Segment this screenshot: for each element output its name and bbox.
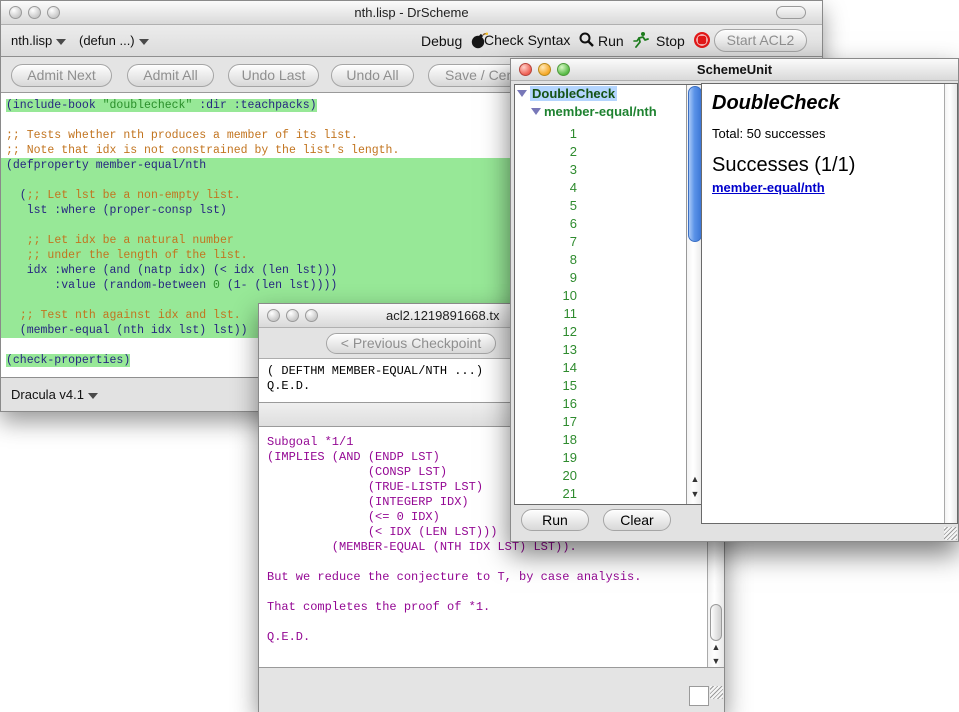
- toolbar-toggle-button[interactable]: [776, 6, 806, 19]
- resize-grip-icon[interactable]: [710, 686, 723, 699]
- window-title: SchemeUnit: [511, 62, 958, 77]
- disclosure-triangle-icon[interactable]: [531, 108, 541, 115]
- schemeunit-titlebar[interactable]: SchemeUnit: [511, 59, 958, 81]
- test-detail-panel: DoubleCheck Total: 50 successes Successe…: [701, 83, 958, 524]
- detail-total: Total: 50 successes: [712, 126, 825, 141]
- acl2-bottom-bar: [259, 668, 724, 712]
- stop-label: Stop: [656, 33, 685, 49]
- start-acl2-button[interactable]: Start ACL2: [714, 29, 807, 52]
- drscheme-toolbar: nth.lisp (defun ...) Debug Check Syntax …: [1, 25, 822, 57]
- window-controls: [267, 309, 318, 322]
- tree-case-11[interactable]: 11: [515, 305, 577, 323]
- resize-grip-icon[interactable]: [944, 527, 957, 540]
- run-tests-button[interactable]: Run: [521, 509, 589, 531]
- zoom-button[interactable]: [305, 309, 318, 322]
- undo-all-button[interactable]: Undo All: [331, 64, 414, 87]
- run-label: Run: [598, 33, 624, 49]
- stop-button[interactable]: Stop: [656, 31, 711, 52]
- admit-next-button[interactable]: Admit Next: [11, 64, 112, 87]
- text-line: [267, 585, 641, 600]
- vertical-scrollbar[interactable]: [944, 84, 957, 523]
- scrollbar-thumb[interactable]: [688, 86, 702, 242]
- tree-node-member-equal-nth[interactable]: member-equal/nth: [515, 103, 703, 121]
- window-title: nth.lisp - DrScheme: [1, 5, 822, 20]
- test-case-list: 123456789101112131415161718192021: [515, 125, 703, 503]
- scroll-down-icon[interactable]: ▼: [708, 655, 724, 668]
- lock-checkbox[interactable]: [689, 686, 709, 706]
- undo-last-button[interactable]: Undo Last: [228, 64, 319, 87]
- tree-case-20[interactable]: 20: [515, 467, 577, 485]
- chevron-down-icon: [56, 39, 66, 45]
- tree-case-16[interactable]: 16: [515, 395, 577, 413]
- chevron-down-icon: [88, 393, 98, 399]
- runner-icon: [632, 36, 650, 52]
- debug-label: Debug: [421, 33, 462, 49]
- tree-case-2[interactable]: 2: [515, 143, 577, 161]
- previous-checkpoint-button[interactable]: < Previous Checkpoint: [326, 333, 496, 354]
- test-tree-panel[interactable]: DoubleCheck member-equal/nth 12345678910…: [514, 84, 704, 505]
- text-line: Q.E.D.: [267, 630, 641, 645]
- scrollbar-thumb[interactable]: [710, 604, 722, 641]
- successes-heading: Successes (1/1): [712, 154, 855, 177]
- desktop: nth.lisp - DrScheme nth.lisp (defun ...)…: [0, 0, 959, 712]
- tree-node-doublecheck[interactable]: DoubleCheck: [515, 85, 703, 103]
- schemeunit-window: SchemeUnit DoubleCheck member-equal/nth …: [510, 58, 959, 542]
- minimize-button[interactable]: [286, 309, 299, 322]
- tree-case-19[interactable]: 19: [515, 449, 577, 467]
- tree-case-14[interactable]: 14: [515, 359, 577, 377]
- text-line: [267, 555, 641, 570]
- text-line: (MEMBER-EQUAL (NTH IDX LST) LST)).: [267, 540, 641, 555]
- tree-case-12[interactable]: 12: [515, 323, 577, 341]
- debug-button[interactable]: Debug: [421, 31, 488, 52]
- window-title: acl2.1219891668.tx: [386, 308, 499, 323]
- tree-root-label: DoubleCheck: [530, 86, 617, 101]
- detail-heading: DoubleCheck: [712, 92, 840, 115]
- tree-case-8[interactable]: 8: [515, 251, 577, 269]
- file-popup-menu[interactable]: nth.lisp: [11, 33, 66, 48]
- tree-case-21[interactable]: 21: [515, 485, 577, 503]
- tree-case-1[interactable]: 1: [515, 125, 577, 143]
- chevron-down-icon: [139, 39, 149, 45]
- tree-case-7[interactable]: 7: [515, 233, 577, 251]
- clear-button[interactable]: Clear: [603, 509, 671, 531]
- tree-child-label: member-equal/nth: [544, 104, 657, 119]
- tree-case-6[interactable]: 6: [515, 215, 577, 233]
- tree-case-4[interactable]: 4: [515, 179, 577, 197]
- check-syntax-label: Check Syntax: [484, 32, 570, 48]
- tree-case-15[interactable]: 15: [515, 377, 577, 395]
- disclosure-triangle-icon[interactable]: [517, 90, 527, 97]
- tree-case-9[interactable]: 9: [515, 269, 577, 287]
- close-button[interactable]: [267, 309, 280, 322]
- tree-case-13[interactable]: 13: [515, 341, 577, 359]
- check-syntax-button[interactable]: Check Syntax: [484, 31, 595, 51]
- drscheme-titlebar[interactable]: nth.lisp - DrScheme: [1, 1, 822, 25]
- run-button[interactable]: Run: [598, 31, 650, 52]
- admit-all-button[interactable]: Admit All: [127, 64, 214, 87]
- text-line: But we reduce the conjecture to T, by ca…: [267, 570, 641, 585]
- text-line: [267, 615, 641, 630]
- tree-case-10[interactable]: 10: [515, 287, 577, 305]
- tree-case-3[interactable]: 3: [515, 161, 577, 179]
- language-menu[interactable]: Dracula v4.1: [11, 387, 98, 402]
- language-label: Dracula v4.1: [11, 387, 84, 402]
- search-icon: [578, 35, 595, 51]
- tree-case-5[interactable]: 5: [515, 197, 577, 215]
- text-line: That completes the proof of *1.: [267, 600, 641, 615]
- tree-case-18[interactable]: 18: [515, 431, 577, 449]
- defun-popup-menu[interactable]: (defun ...): [79, 33, 149, 48]
- defun-popup-label: (defun ...): [79, 33, 135, 48]
- success-link[interactable]: member-equal/nth: [712, 180, 825, 195]
- stop-icon: [693, 36, 711, 52]
- scroll-up-icon[interactable]: ▲: [708, 641, 724, 654]
- file-popup-label: nth.lisp: [11, 33, 52, 48]
- tree-case-17[interactable]: 17: [515, 413, 577, 431]
